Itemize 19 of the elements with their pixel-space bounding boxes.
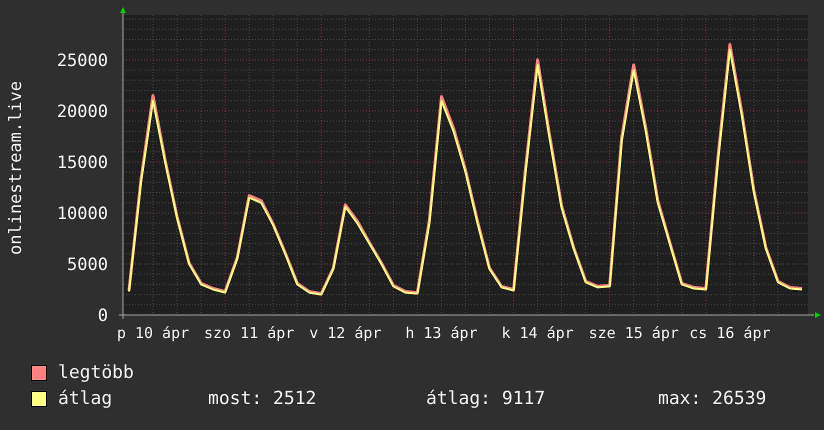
y-tick-label: 10000 [56, 204, 108, 224]
y-tick-label: 15000 [56, 152, 108, 173]
x-tick-label: sze 15 ápr [588, 324, 679, 342]
legend-stat: most: 2512 [208, 388, 318, 410]
y-axis-title: onlinestream.live [6, 81, 26, 255]
legend-label: átlag [58, 388, 114, 410]
x-tick-label: p 10 ápr [116, 324, 190, 342]
x-tick-label: k 14 ápr [501, 324, 574, 342]
y-tick-label: 25000 [56, 50, 108, 71]
y-tick-label: 20000 [56, 102, 108, 122]
legend-label: legtöbb [58, 362, 135, 384]
x-tick-label: szo 11 ápr [204, 324, 294, 342]
legend-stat: átlag: 9117 [426, 388, 546, 410]
y-tick-label: 5000 [67, 254, 108, 275]
x-tick-label: cs 16 ápr [689, 324, 771, 342]
x-tick-label: v 12 ápr [309, 324, 382, 342]
y-tick-label: 0 [98, 306, 108, 326]
legend-stat: max: 26539 [658, 388, 766, 410]
x-tick-label: h 13 ápr [405, 324, 478, 342]
